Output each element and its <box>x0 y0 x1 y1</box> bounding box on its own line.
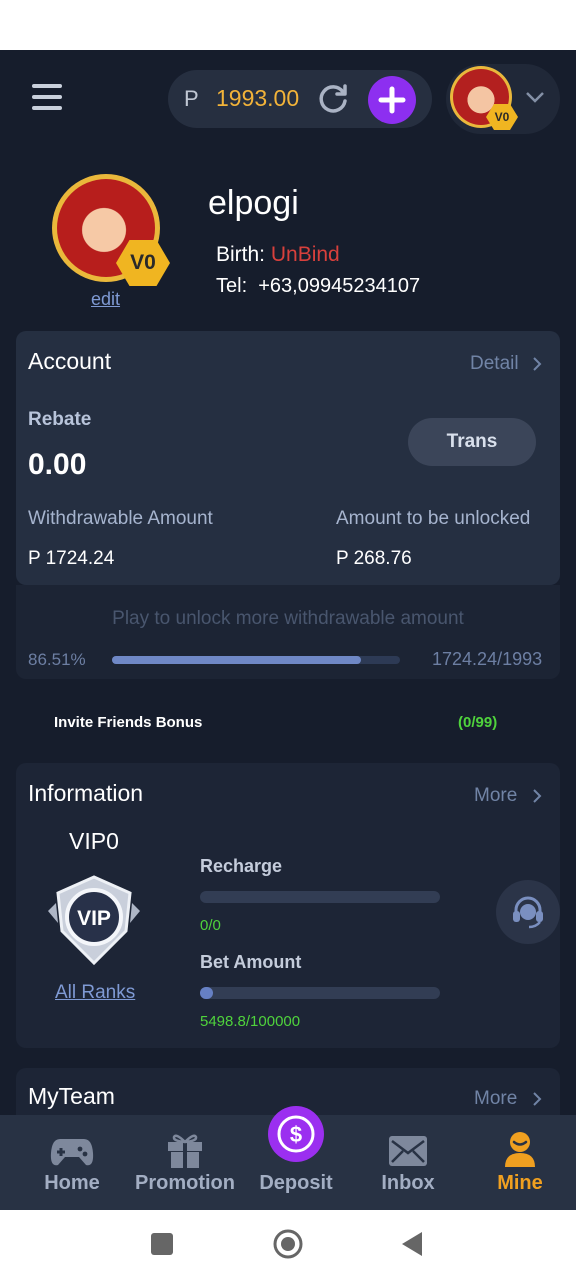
envelope-icon <box>389 1136 427 1166</box>
account-detail-link[interactable]: Detail <box>470 351 550 377</box>
tel-row: Tel: +63,09945234107 <box>216 275 420 298</box>
vip-shield-icon: VIP <box>48 875 140 966</box>
plus-icon <box>378 86 406 114</box>
balance-pill: P 1993.00 <box>168 70 432 128</box>
headset-icon <box>513 896 543 929</box>
nav-deposit[interactable]: $ Deposit <box>246 1106 346 1210</box>
vip-badge-text: VIP <box>77 907 111 930</box>
unlock-progress-text: 1724.24/1993 <box>432 649 543 669</box>
home-circle-icon[interactable] <box>273 1229 303 1259</box>
unlock-progress-bar <box>112 656 400 664</box>
rebate-value: 0.00 <box>28 448 87 481</box>
back-icon[interactable] <box>400 1231 424 1257</box>
bet-amount-progress-fill <box>200 987 214 999</box>
nav-promotion[interactable]: Promotion <box>130 1115 240 1210</box>
unlock-progress-card: Play to unlock more withdrawable amount … <box>16 585 560 679</box>
app-screen: P 1993.00 V0 V0 edit elpogi Birth: UnBin… <box>0 50 576 1210</box>
system-navigation-bar <box>0 1210 576 1280</box>
vip-level: VIP0 <box>69 828 119 854</box>
gamepad-icon <box>50 1139 94 1166</box>
bottom-navigation: Home Promotion $ Deposit Inbox Mine <box>0 1106 576 1210</box>
nav-inbox[interactable]: Inbox <box>358 1115 458 1210</box>
chevron-right-icon <box>533 1092 542 1106</box>
chevron-down-icon <box>526 92 544 103</box>
unlock-progress-fill <box>112 656 362 664</box>
status-bar <box>0 0 576 50</box>
birth-row: Birth: UnBind <box>216 243 340 267</box>
edit-profile-link[interactable]: edit <box>91 289 120 310</box>
add-funds-button[interactable] <box>368 76 416 124</box>
bet-amount-value: 5498.8/100000 <box>200 1013 301 1030</box>
information-card: Information More VIP0 VIP All Ranks Rech… <box>16 763 560 1048</box>
trans-button[interactable]: Trans <box>408 418 536 466</box>
recharge-value: 0/0 <box>200 917 221 934</box>
nav-home[interactable]: Home <box>22 1115 122 1210</box>
user-icon <box>505 1132 535 1167</box>
chevron-right-icon <box>533 789 542 803</box>
nav-home-label: Home <box>44 1172 100 1194</box>
nav-deposit-label: Deposit <box>259 1172 333 1194</box>
recharge-label: Recharge <box>200 856 283 876</box>
bet-amount-label: Bet Amount <box>200 952 302 972</box>
gift-icon <box>168 1134 202 1168</box>
refresh-icon[interactable] <box>316 82 350 116</box>
more-label: More <box>474 785 518 806</box>
account-title: Account <box>28 348 112 374</box>
nav-inbox-label: Inbox <box>381 1172 435 1194</box>
nav-mine-label: Mine <box>497 1172 543 1194</box>
svg-text:$: $ <box>290 1122 302 1147</box>
bet-amount-progress-bar <box>200 987 440 999</box>
recharge-progress-bar <box>200 891 440 903</box>
chevron-right-icon <box>533 357 542 371</box>
myteam-title: MyTeam <box>28 1083 115 1109</box>
unlock-hint: Play to unlock more withdrawable amount <box>112 608 464 629</box>
rebate-label: Rebate <box>28 409 92 430</box>
tel-label: Tel: <box>216 275 248 297</box>
unlock-label: Amount to be unlocked <box>336 508 531 529</box>
balance-amount: 1993.00 <box>216 85 300 111</box>
unlock-percent: 86.51% <box>28 650 86 669</box>
nav-promotion-label: Promotion <box>135 1172 235 1194</box>
more-label: More <box>474 1088 518 1109</box>
nav-mine[interactable]: Mine <box>470 1115 570 1210</box>
myteam-more-link[interactable]: More <box>474 1086 554 1112</box>
birth-value[interactable]: UnBind <box>271 243 340 266</box>
tel-value: +63,09945234107 <box>258 275 421 297</box>
information-more-link[interactable]: More <box>474 783 554 809</box>
unlock-value: P 268.76 <box>336 548 412 569</box>
recents-icon[interactable] <box>150 1232 174 1256</box>
all-ranks-link[interactable]: All Ranks <box>55 982 135 1004</box>
username: elpogi <box>208 184 299 222</box>
dollar-coin-icon: $ <box>268 1106 324 1162</box>
balance-currency: P <box>184 86 199 111</box>
information-title: Information <box>28 780 144 806</box>
birth-label: Birth: <box>216 243 266 266</box>
customer-support-button[interactable] <box>496 880 560 944</box>
profile-dropdown[interactable]: V0 <box>446 64 560 134</box>
withdrawable-label: Withdrawable Amount <box>28 508 213 529</box>
invite-friends-count: (0/99) <box>458 714 498 731</box>
detail-label: Detail <box>470 353 519 374</box>
withdrawable-value: P 1724.24 <box>28 548 115 569</box>
account-card: Account Detail Rebate 0.00 Trans Withdra… <box>16 331 560 585</box>
menu-button[interactable] <box>32 84 64 112</box>
invite-friends-label[interactable]: Invite Friends Bonus <box>54 714 202 731</box>
